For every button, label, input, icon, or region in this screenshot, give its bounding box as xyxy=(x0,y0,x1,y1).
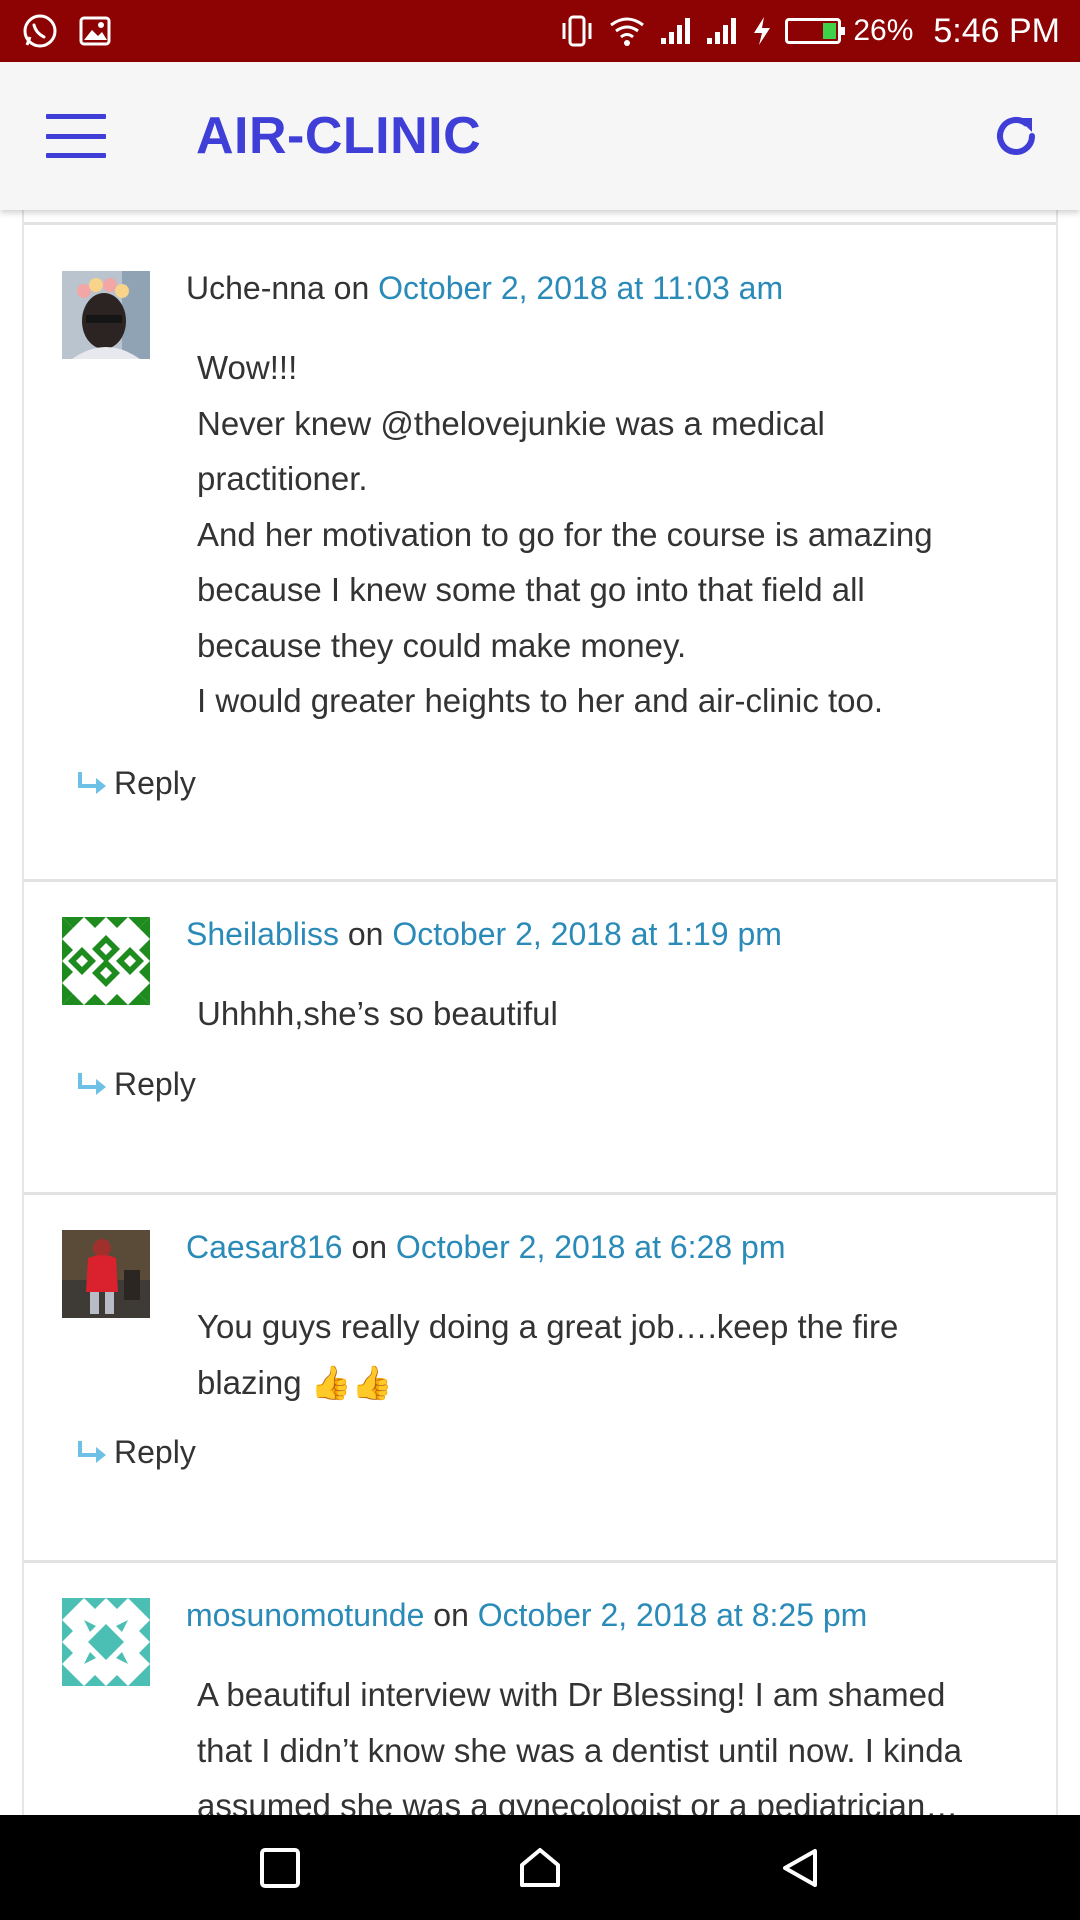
comment-date-link[interactable]: October 2, 2018 at 1:19 pm xyxy=(392,916,782,952)
reply-button[interactable]: Reply xyxy=(76,1434,196,1471)
comment-date-link[interactable]: October 2, 2018 at 8:25 pm xyxy=(478,1597,868,1633)
comment-line: that I didn’t know she was a dentist unt… xyxy=(197,1731,962,1769)
comment-meta: Sheilabliss on October 2, 2018 at 1:19 p… xyxy=(186,916,782,953)
comment-on: on xyxy=(351,1229,388,1265)
battery-percent: 26% xyxy=(853,14,914,47)
avatar[interactable] xyxy=(62,1230,150,1318)
app-bar: AIR-CLINIC xyxy=(0,62,1080,210)
clock: 5:46 PM xyxy=(933,11,1060,50)
refresh-icon[interactable] xyxy=(988,108,1044,164)
image-icon xyxy=(78,14,112,48)
avatar[interactable] xyxy=(62,917,150,1005)
reply-arrow-icon xyxy=(78,1440,106,1463)
avatar[interactable] xyxy=(62,271,150,359)
comment-on: on xyxy=(347,916,384,952)
wifi-icon xyxy=(607,13,647,49)
comment-author-link[interactable]: Sheilabliss xyxy=(186,916,339,952)
comment-line: blazing 👍👍 xyxy=(197,1363,393,1401)
comment-body: Uhhhh,she’s so beautiful xyxy=(197,986,1037,1042)
comment-body: You guys really doing a great job….keep … xyxy=(197,1299,1037,1410)
comment-date-link[interactable]: October 2, 2018 at 6:28 pm xyxy=(396,1229,786,1265)
navigation-bar xyxy=(0,1815,1080,1920)
comment-line: Uhhhh,she’s so beautiful xyxy=(197,995,558,1032)
status-bar: 26% 5:46 PM xyxy=(0,0,1080,62)
comment-meta: Uche-nna on October 2, 2018 at 11:03 am xyxy=(186,270,783,307)
home-icon[interactable] xyxy=(510,1838,570,1898)
reply-label: Reply xyxy=(114,765,196,801)
comment-author-link[interactable]: Caesar816 xyxy=(186,1229,343,1265)
avatar[interactable] xyxy=(62,1598,150,1686)
recents-square-icon[interactable] xyxy=(250,1838,310,1898)
comment-line: assumed she was a gynecologist or a pedi… xyxy=(197,1787,959,1815)
app-title: AIR-CLINIC xyxy=(196,107,482,165)
comment-line: practitioner. xyxy=(197,460,368,497)
reply-label: Reply xyxy=(114,1434,196,1470)
comment-line: You guys really doing a great job….keep … xyxy=(197,1308,899,1345)
comment-line: I would greater heights to her and air-c… xyxy=(197,682,884,719)
reply-label: Reply xyxy=(114,1066,196,1102)
comment-on: on xyxy=(333,270,370,306)
hamburger-menu-icon[interactable] xyxy=(46,114,106,158)
comment-meta: mosunomotunde on October 2, 2018 at 8:25… xyxy=(186,1597,867,1634)
comment-author-link[interactable]: mosunomotunde xyxy=(186,1597,424,1633)
reply-button[interactable]: Reply xyxy=(76,765,196,802)
comment: mosunomotunde on October 2, 2018 at 8:25… xyxy=(24,1563,1056,1815)
comment-body: Wow!!! Never knew @thelovejunkie was a m… xyxy=(197,340,1037,729)
comment-line: because they could make money. xyxy=(197,626,687,664)
comment-line: Wow!!! xyxy=(197,349,298,386)
signal-icon xyxy=(659,16,693,46)
charging-icon xyxy=(751,15,773,47)
comment-line: And her motivation to go for the course … xyxy=(197,515,933,553)
reply-button[interactable]: Reply xyxy=(76,1066,196,1103)
comment: Uche-nna on October 2, 2018 at 11:03 am … xyxy=(24,225,1056,882)
signal-icon xyxy=(705,16,739,46)
comment-line: because I knew some that go into that fi… xyxy=(197,571,865,608)
whatsapp-icon xyxy=(20,11,60,51)
back-triangle-icon[interactable] xyxy=(770,1838,830,1898)
comment: Caesar816 on October 2, 2018 at 6:28 pm … xyxy=(24,1195,1056,1563)
comment-line: A beautiful interview with Dr Blessing! … xyxy=(197,1676,946,1713)
comment-on: on xyxy=(433,1597,469,1633)
comment-date-link[interactable]: October 2, 2018 at 11:03 am xyxy=(378,270,783,306)
reply-arrow-icon xyxy=(78,771,106,794)
comment-body: A beautiful interview with Dr Blessing! … xyxy=(197,1667,1057,1815)
comment-meta: Caesar816 on October 2, 2018 at 6:28 pm xyxy=(186,1229,786,1266)
comment-line: Never knew @thelovejunkie was a medical xyxy=(197,404,825,442)
battery-icon xyxy=(785,18,846,44)
comment-author: Uche-nna xyxy=(186,270,325,306)
vibrate-icon xyxy=(559,13,595,49)
comment: Sheilabliss on October 2, 2018 at 1:19 p… xyxy=(24,882,1056,1195)
reply-arrow-icon xyxy=(78,1072,106,1095)
comments-list: Uche-nna on October 2, 2018 at 11:03 am … xyxy=(0,210,1080,1815)
